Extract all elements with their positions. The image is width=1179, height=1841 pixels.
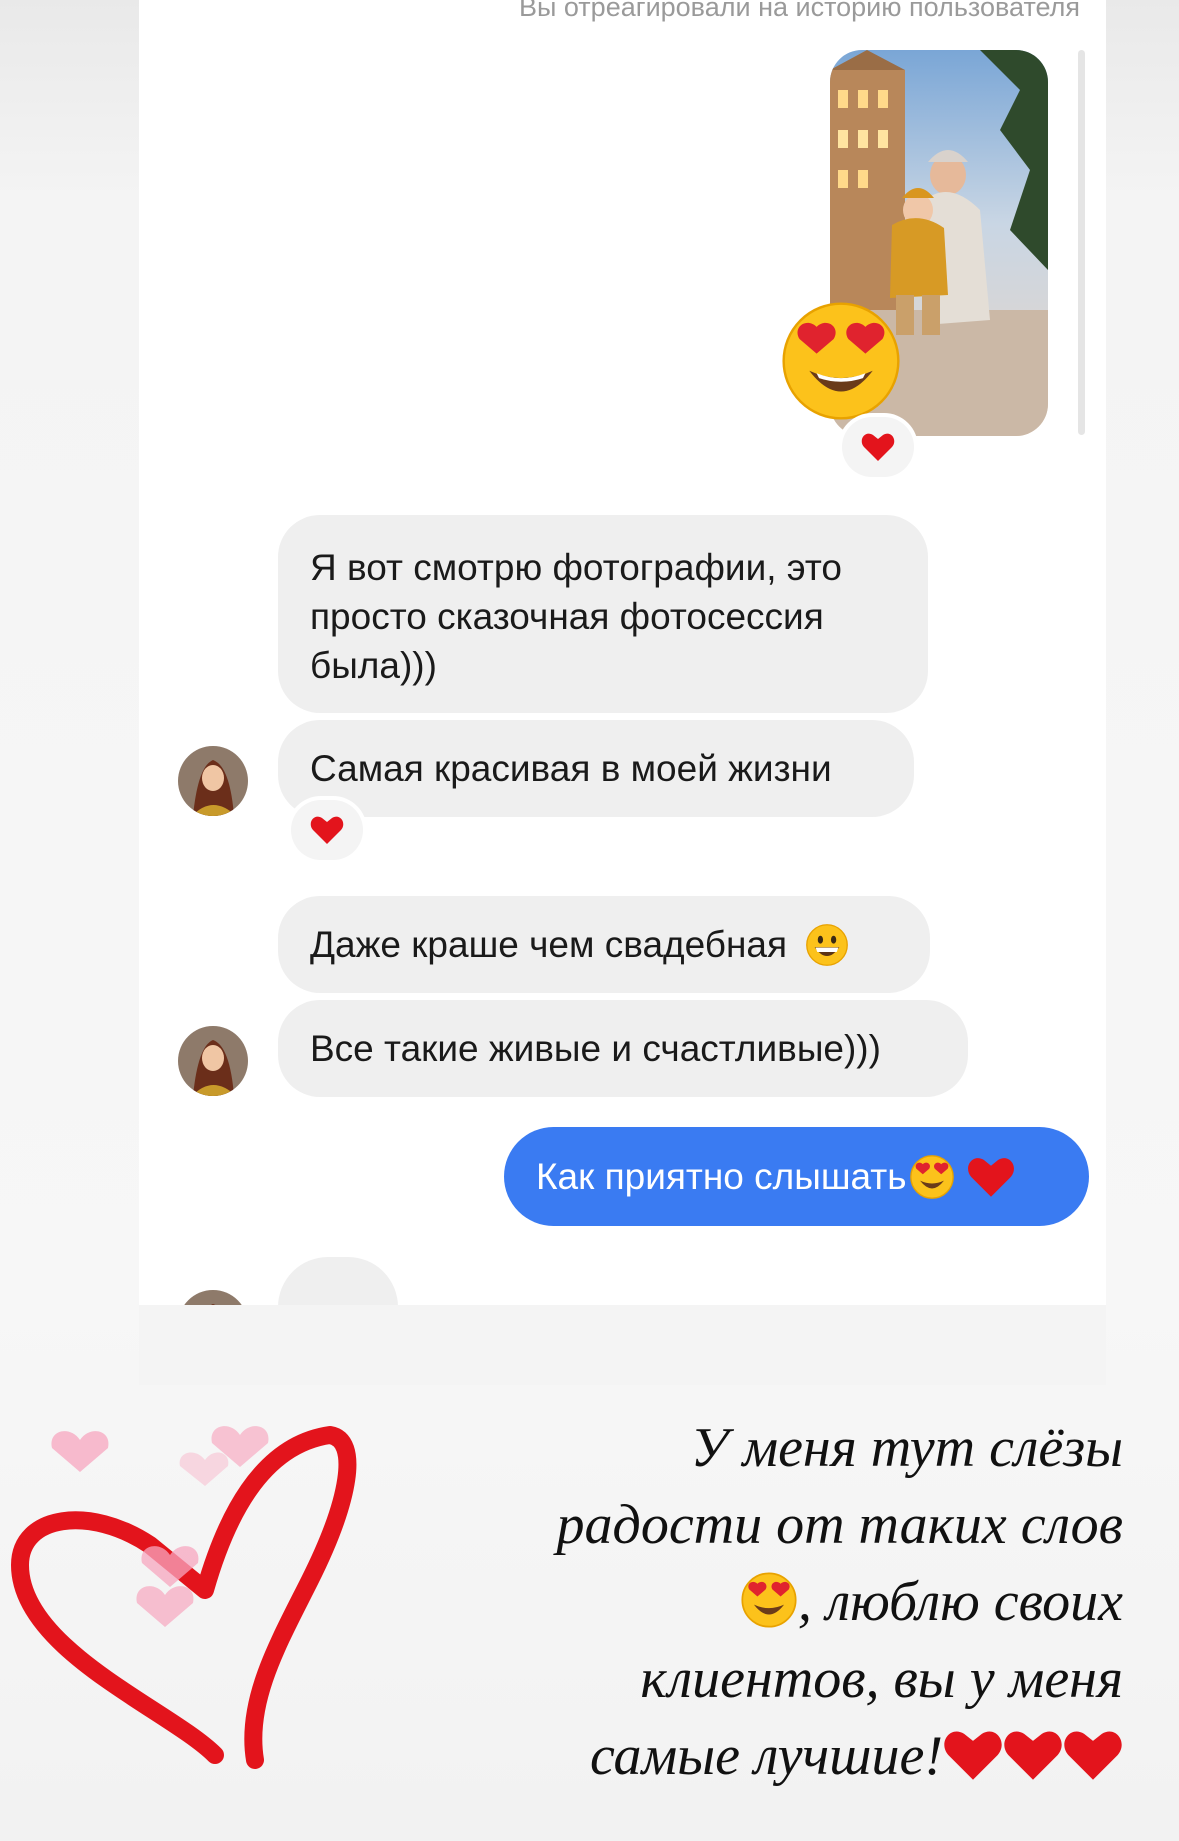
overlay-line-text: , люблю своих — [797, 1571, 1123, 1633]
incoming-message-bubble[interactable]: Я вот смотрю фотографии, это просто сказ… — [278, 515, 928, 713]
scrollbar[interactable] — [1078, 50, 1085, 435]
incoming-message-bubble[interactable]: Все такие живые и счастливые))) — [278, 1000, 968, 1097]
overlay-line: , люблю своих — [423, 1564, 1123, 1641]
red-heart-icon — [310, 816, 344, 844]
message-text: Все такие живые и счастливые))) — [310, 1028, 881, 1069]
card-bottom-mask — [139, 1305, 1106, 1385]
story-reaction-heart[interactable] — [842, 417, 914, 477]
avatar-photo-icon — [178, 746, 248, 816]
overlay-line: клиентов, вы у меня — [640, 1648, 1123, 1710]
grinning-face-emoji-icon — [806, 924, 849, 966]
story-reaction-caption: Вы отреагировали на историю пользователя — [518, 0, 1080, 22]
avatar-photo-icon — [178, 1026, 248, 1096]
message-text: Самая красивая в моей жизни — [310, 748, 832, 789]
heart-eyes-emoji-icon — [782, 302, 900, 420]
incoming-message-bubble[interactable]: Самая красивая в моей жизни — [278, 720, 914, 817]
overlay-line-text: самые лучшие! — [590, 1725, 943, 1787]
overlay-line: радости от таких слов — [556, 1494, 1123, 1556]
message-text: Даже краше чем свадебная — [310, 924, 788, 965]
red-heart-icon — [1064, 1731, 1122, 1780]
contact-avatar[interactable] — [178, 746, 248, 816]
hand-drawn-heart-icon — [11, 1426, 357, 1769]
message-reaction-heart[interactable] — [291, 800, 363, 860]
red-heart-icon — [1004, 1731, 1062, 1780]
red-heart-icon — [967, 1157, 1014, 1197]
message-line: Я вот смотрю фотографии, это — [310, 547, 842, 588]
outgoing-message-bubble[interactable]: Как приятно слышать — [504, 1127, 1089, 1226]
story-overlay-text: У меня тут слёзы радости от таких слов ,… — [423, 1410, 1123, 1795]
heart-eyes-emoji-icon — [909, 1154, 954, 1199]
overlay-line: У меня тут слёзы — [690, 1417, 1123, 1479]
red-heart-icon — [861, 433, 895, 461]
incoming-message-bubble[interactable]: Даже краше чем свадебная — [278, 896, 930, 993]
message-text: Как приятно слышать — [536, 1155, 907, 1197]
overlay-line: самые лучшие! — [423, 1718, 1123, 1795]
heart-eyes-emoji-icon — [741, 1572, 797, 1628]
red-heart-icon — [944, 1731, 1002, 1780]
message-line: была))) — [310, 645, 437, 686]
message-line: просто сказочная фотосессия — [310, 596, 824, 637]
contact-avatar[interactable] — [178, 1026, 248, 1096]
